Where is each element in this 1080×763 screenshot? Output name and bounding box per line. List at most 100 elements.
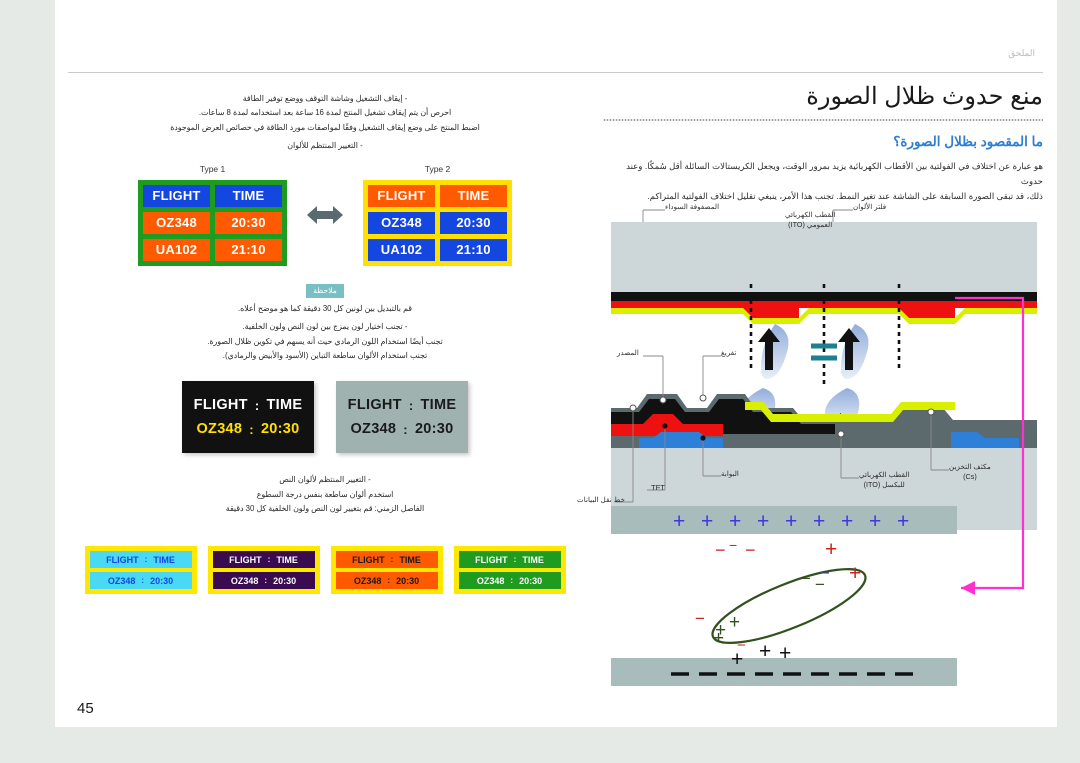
gray-board-time-val: 20:30 bbox=[414, 421, 454, 438]
svg-text:+: + bbox=[825, 538, 837, 561]
green-board: FLIGHT : TIME OZ348 : 20:30 bbox=[453, 546, 566, 594]
type-1-row-2: UA102 21:10 bbox=[143, 238, 282, 261]
orange-board-inner: FLIGHT : TIME bbox=[335, 551, 438, 568]
note-label: ملاحظة bbox=[306, 283, 344, 298]
type-2-board: FLIGHT TIME OZ348 20:30 UA102 21:10 bbox=[363, 179, 512, 266]
label-storage-cap-line2: (Cs) bbox=[963, 471, 977, 481]
svg-text:+: + bbox=[841, 510, 853, 533]
black-board-header: FLIGHT : TIME bbox=[190, 397, 306, 413]
type-1-flight-header: FLIGHT bbox=[143, 184, 210, 207]
svg-text:+: + bbox=[897, 510, 909, 533]
purple-board-row: OZ348 : 20:30 bbox=[213, 572, 315, 589]
label-pixel-ito: القطب الكهربائي للبكسل (ITO) bbox=[859, 470, 909, 489]
cyan-board-inner-2: OZ348 : 20:30 bbox=[89, 572, 192, 589]
type-2-header-row: FLIGHT TIME bbox=[368, 184, 507, 207]
label-source: المصدر bbox=[617, 348, 639, 357]
purple-board-header: FLIGHT : TIME bbox=[213, 551, 315, 568]
top-electrode-plus-charges: + + + + + + + + + bbox=[673, 510, 909, 533]
left-bullet-1: - إيقاف التشغيل وشاشة التوقف ووضع توفير … bbox=[242, 94, 408, 103]
gray-board-flight-no: OZ348 bbox=[350, 421, 397, 438]
orange-sep-1: : bbox=[390, 555, 394, 564]
label-pixel-ito-line2: للبكسل (ITO) bbox=[863, 479, 905, 489]
green-flight-no: OZ348 bbox=[476, 575, 505, 586]
purple-time-val: 20:30 bbox=[273, 575, 297, 586]
gray-board-row: OZ348 : 20:30 bbox=[344, 421, 460, 437]
cyan-flight-no: OZ348 bbox=[107, 575, 136, 586]
magenta-arrowhead bbox=[961, 581, 975, 595]
left-paragraph-3-line-2: الفاصل الزمني: قم بتغيير لون النص ولون ا… bbox=[225, 504, 425, 514]
label-common-ito-line2: العمومي (ITO) bbox=[788, 219, 833, 229]
type-1-flight-2: UA102 bbox=[143, 238, 210, 261]
note-bullet-2: تجنب أيضًا استخدام اللون الرمادي حيث أنه… bbox=[207, 336, 443, 346]
green-time-val: 20:30 bbox=[519, 575, 543, 586]
cyan-sep-1: : bbox=[144, 555, 148, 564]
gray-board: FLIGHT : TIME OZ348 : 20:30 bbox=[336, 381, 468, 454]
svg-text:−: − bbox=[801, 569, 811, 588]
svg-text:−: − bbox=[715, 540, 726, 560]
diagram-svg: + + + + + + + + + − − − + + − − − − + + … bbox=[611, 209, 1037, 686]
label-drain: تفريغ bbox=[721, 348, 737, 357]
black-board: FLIGHT : TIME OZ348 : 20:30 bbox=[182, 381, 314, 454]
gray-board-flight-label: FLIGHT bbox=[347, 397, 402, 414]
svg-text:−: − bbox=[695, 609, 705, 628]
type-1-time-2: 21:10 bbox=[215, 238, 282, 261]
orange-board-header: FLIGHT : TIME bbox=[336, 551, 438, 568]
svg-text:+: + bbox=[757, 510, 769, 533]
type-1-flight-1: OZ348 bbox=[143, 211, 210, 234]
type-2-time-1: 20:30 bbox=[440, 211, 507, 234]
type-2-row-2: UA102 21:10 bbox=[368, 238, 507, 261]
black-board-flight-no: OZ348 bbox=[196, 421, 243, 438]
green-board-inner-2: OZ348 : 20:30 bbox=[458, 572, 561, 589]
orange-board-row: OZ348 : 20:30 bbox=[336, 572, 438, 589]
green-flight-label: FLIGHT bbox=[475, 554, 508, 565]
svg-text:+: + bbox=[731, 648, 743, 671]
purple-board-inner: FLIGHT : TIME bbox=[212, 551, 315, 568]
green-time-label: TIME bbox=[522, 554, 544, 565]
upper-glass-substrate bbox=[611, 222, 1037, 292]
green-board-header: FLIGHT : TIME bbox=[459, 551, 561, 568]
note-bullet-3: تجنب استخدام الألوان ساطعة التباين (الأس… bbox=[222, 350, 428, 360]
orange-board-inner-2: OZ348 : 20:30 bbox=[335, 572, 438, 589]
title-dotted-rule bbox=[603, 119, 1043, 121]
type-2-time-header: TIME bbox=[440, 184, 507, 207]
cyan-board: FLIGHT : TIME OZ348 : 20:30 bbox=[84, 546, 197, 594]
label-gate: البوابة bbox=[721, 469, 739, 478]
svg-text:+: + bbox=[673, 510, 685, 533]
svg-text:−: − bbox=[815, 575, 825, 594]
type-1-header-row: FLIGHT TIME bbox=[143, 184, 282, 207]
black-board-time-label: TIME bbox=[266, 397, 303, 414]
purple-time-label: TIME bbox=[276, 554, 298, 565]
svg-text:−: − bbox=[729, 537, 737, 553]
label-pixel-ito-line1: القطب الكهربائي bbox=[859, 470, 910, 479]
type-1-column: Type 1 FLIGHT TIME OZ348 20:30 UA102 21:… bbox=[138, 164, 287, 266]
purple-flight-label: FLIGHT bbox=[229, 554, 262, 565]
purple-board-inner-2: OZ348 : 20:30 bbox=[212, 572, 315, 589]
cyan-board-inner: FLIGHT : TIME bbox=[89, 551, 192, 568]
orange-flight-no: OZ348 bbox=[353, 575, 382, 586]
intro-line-1: هو عبارة عن اختلاف في الفولتية بين الأقط… bbox=[626, 161, 1043, 187]
black-board-sep-2: : bbox=[249, 421, 254, 437]
label-data-line: خط نقل البيانات bbox=[577, 495, 626, 504]
label-common-ito-line1: القطب الكهربائي bbox=[785, 210, 836, 219]
left-column: - إيقاف التشغيل وشاشة التوقف ووضع توفير … bbox=[75, 92, 575, 517]
type-2-time-2: 21:10 bbox=[440, 238, 507, 261]
black-board-row: OZ348 : 20:30 bbox=[190, 421, 306, 437]
svg-text:+: + bbox=[759, 640, 771, 663]
cyan-time-val: 20:30 bbox=[150, 575, 174, 586]
type-2-caption: Type 2 bbox=[424, 163, 451, 174]
main-column: منع حدوث ظلال الصورة ما المقصود بظلال ال… bbox=[603, 82, 1043, 204]
purple-flight-no: OZ348 bbox=[230, 575, 259, 586]
left-paragraph-1-line-2: اضبط المنتج على وضع إيقاف التشغيل وفقًا … bbox=[170, 122, 480, 132]
label-common-ito: القطب الكهربائي العمومي (ITO) bbox=[785, 210, 835, 229]
gray-board-sep-1: : bbox=[408, 397, 414, 413]
black-board-flight-label: FLIGHT bbox=[193, 397, 248, 414]
green-board-row: OZ348 : 20:30 bbox=[459, 572, 561, 589]
black-board-time-val: 20:30 bbox=[260, 421, 300, 438]
svg-text:+: + bbox=[849, 562, 861, 585]
orange-time-label: TIME bbox=[399, 554, 421, 565]
type-2-column: Type 2 FLIGHT TIME OZ348 20:30 UA102 21:… bbox=[363, 164, 512, 266]
cyan-board-header: FLIGHT : TIME bbox=[90, 551, 192, 568]
left-paragraph-1-line-1: احرص أن يتم إيقاف تشغيل المنتج لمدة 16 س… bbox=[198, 108, 452, 118]
green-board-inner: FLIGHT : TIME bbox=[458, 551, 561, 568]
svg-text:+: + bbox=[813, 510, 825, 533]
